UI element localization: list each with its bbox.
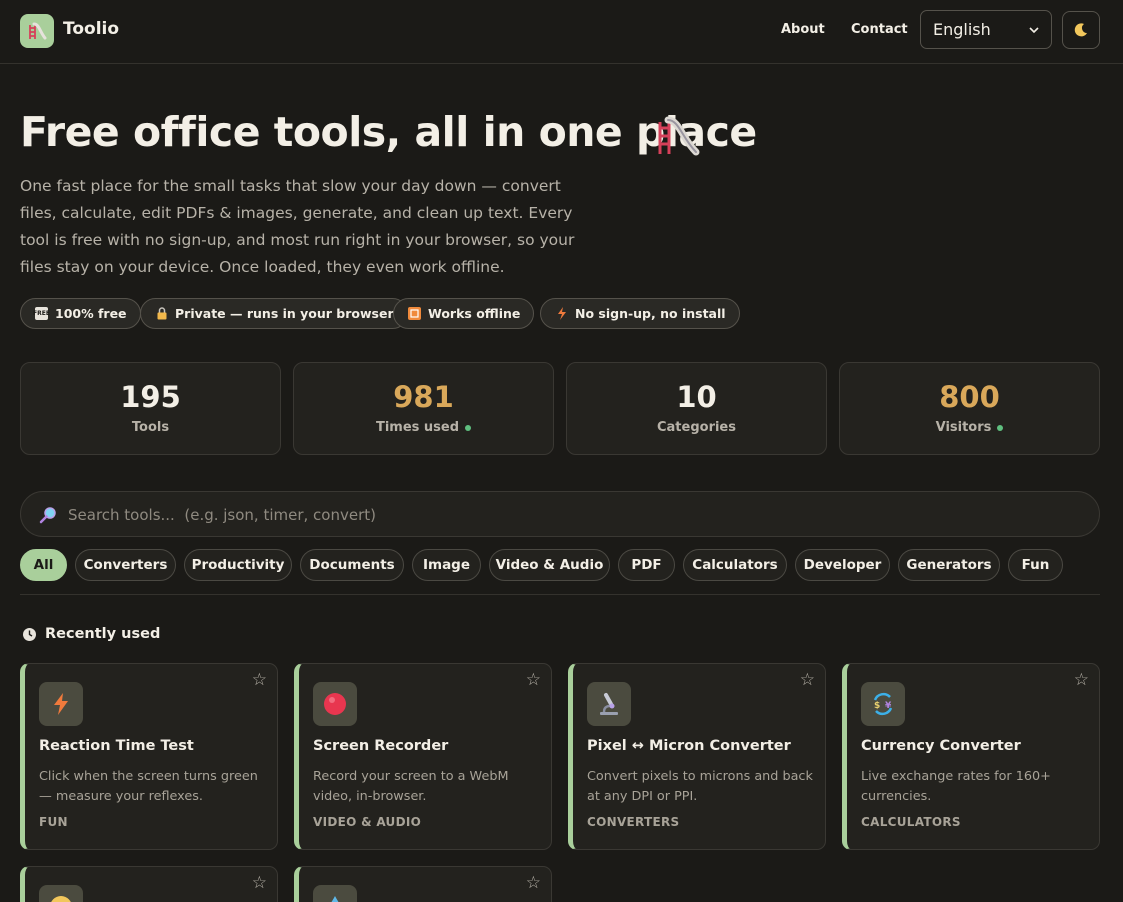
stat-times-used: 981 Times used xyxy=(293,362,554,455)
chip-productivity[interactable]: Productivity xyxy=(184,549,292,581)
tool-title: Pixel ↔ Micron Converter xyxy=(587,738,791,754)
divider xyxy=(20,594,1100,595)
star-icon[interactable]: ☆ xyxy=(526,873,541,893)
tool-card-screen-recorder[interactable]: ☆ Screen Recorder Record your screen to … xyxy=(294,663,552,850)
stat-value: 800 xyxy=(939,380,1000,414)
currency-exchange-icon: $ ¥ xyxy=(861,682,905,726)
tool-title: Screen Recorder xyxy=(313,738,449,754)
tool-description: Record your screen to a WebM video, in-b… xyxy=(313,769,509,804)
stat-label: Tools xyxy=(131,420,170,435)
stat-tools: 195 Tools xyxy=(20,362,281,455)
live-dot-icon xyxy=(997,424,1004,431)
chevron-down-icon xyxy=(1029,26,1039,33)
badge-label: No sign-up, no install xyxy=(575,306,726,321)
tool-card-currency-converter[interactable]: $ ¥ ☆ Currency Converter Live exchange r… xyxy=(842,663,1100,850)
nav-contact-link[interactable]: Contact xyxy=(851,22,908,37)
tool-description: Live exchange rates for 160+ currencies. xyxy=(861,769,1051,804)
tool-category: VIDEO & AUDIO xyxy=(313,815,422,829)
slide-icon[interactable] xyxy=(20,14,54,48)
tool-category: CONVERTERS xyxy=(587,815,680,829)
tool-description: Convert pixels to microns and back at an… xyxy=(587,769,813,804)
chip-documents[interactable]: Documents xyxy=(300,549,404,581)
tool-title: Reaction Time Test xyxy=(39,738,194,754)
stat-label: Times used xyxy=(294,420,553,435)
star-icon[interactable]: ☆ xyxy=(526,670,541,690)
live-dot-icon xyxy=(465,424,472,431)
tool-description: Click when the screen turns green — meas… xyxy=(39,769,258,804)
page-title: Free office tools, all in one place xyxy=(20,108,757,156)
free-icon: FREE xyxy=(33,307,50,320)
recently-used-heading: Recently used xyxy=(22,626,160,642)
language-value: English xyxy=(933,20,991,39)
badge-label: Works offline xyxy=(428,306,521,321)
brand-name[interactable]: Toolio xyxy=(63,19,119,39)
stat-label: Visitors xyxy=(840,420,1099,435)
nav-about-link[interactable]: About xyxy=(781,22,825,37)
stat-label: Categories xyxy=(656,420,736,435)
offline-icon xyxy=(408,307,421,320)
record-icon xyxy=(313,682,357,726)
star-icon[interactable]: ☆ xyxy=(252,873,267,893)
tool-card[interactable]: ☆ xyxy=(294,866,552,902)
badge-private: Private — runs in your browser xyxy=(140,298,408,329)
top-bar: Toolio About Contact English xyxy=(0,0,1123,64)
star-icon[interactable]: ☆ xyxy=(1074,670,1089,690)
tool-card[interactable]: ☆ xyxy=(20,866,278,902)
theme-toggle-button[interactable] xyxy=(1062,11,1100,49)
microscope-icon xyxy=(587,682,631,726)
smiley-icon xyxy=(39,885,83,902)
slide-icon xyxy=(658,116,700,156)
tool-category: CALCULATORS xyxy=(861,815,961,829)
badge-free: FREE 100% free xyxy=(20,298,141,329)
chip-calculators[interactable]: Calculators xyxy=(683,549,787,581)
chip-fun[interactable]: Fun xyxy=(1008,549,1063,581)
tool-title: Currency Converter xyxy=(861,738,1021,754)
chip-all[interactable]: All xyxy=(20,549,67,581)
droplet-icon xyxy=(313,885,357,902)
tool-card-reaction-time-test[interactable]: ☆ Reaction Time Test Click when the scre… xyxy=(20,663,278,850)
chip-pdf[interactable]: PDF xyxy=(618,549,675,581)
lightning-icon xyxy=(39,682,83,726)
stat-categories: 10 Categories xyxy=(566,362,827,455)
clock-icon xyxy=(23,627,36,641)
search-icon xyxy=(39,507,56,524)
chip-image[interactable]: Image xyxy=(412,549,481,581)
language-select[interactable]: English xyxy=(920,10,1052,49)
lock-icon xyxy=(155,307,168,320)
chip-video-audio[interactable]: Video & Audio xyxy=(489,549,610,581)
svg-text:¥: ¥ xyxy=(885,701,892,711)
stat-value: 10 xyxy=(676,380,717,414)
star-icon[interactable]: ☆ xyxy=(800,670,815,690)
badge-label: 100% free xyxy=(55,306,127,321)
tool-category: FUN xyxy=(39,815,68,829)
search-bar[interactable] xyxy=(20,491,1100,537)
search-input[interactable] xyxy=(68,501,1068,529)
badge-offline: Works offline xyxy=(393,298,535,329)
lightning-icon xyxy=(555,307,568,320)
badge-no-signup: No sign-up, no install xyxy=(540,298,740,329)
tool-card-pixel-micron-converter[interactable]: ☆ Pixel ↔ Micron Converter Convert pixel… xyxy=(568,663,826,850)
recently-used-label: Recently used xyxy=(45,626,161,642)
stat-value: 195 xyxy=(120,380,181,414)
hero-description: One fast place for the small tasks that … xyxy=(20,177,575,276)
star-icon[interactable]: ☆ xyxy=(252,670,267,690)
stat-value: 981 xyxy=(393,380,454,414)
chip-converters[interactable]: Converters xyxy=(75,549,176,581)
svg-text:$: $ xyxy=(874,701,880,711)
chip-generators[interactable]: Generators xyxy=(898,549,1000,581)
badge-label: Private — runs in your browser xyxy=(175,306,394,321)
chip-developer[interactable]: Developer xyxy=(795,549,890,581)
moon-icon xyxy=(1074,23,1087,37)
stat-visitors: 800 Visitors xyxy=(839,362,1100,455)
